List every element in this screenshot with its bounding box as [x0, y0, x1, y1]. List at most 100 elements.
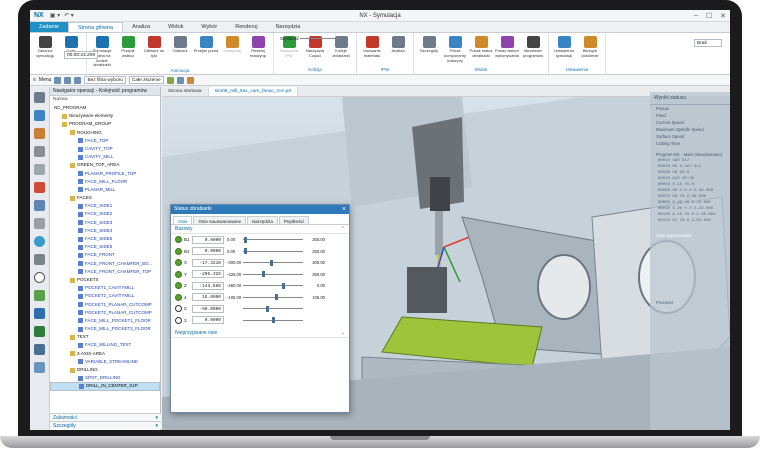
- slider-thumb[interactable]: [261, 271, 265, 278]
- close-icon[interactable]: ✕: [720, 12, 726, 20]
- section-unassigned[interactable]: Nieprzypisane osie ⌄: [171, 329, 349, 338]
- tab-wybo-r[interactable]: Wybór: [192, 22, 226, 32]
- axis-slider[interactable]: [243, 236, 303, 243]
- group-item[interactable]: POCKETS: [50, 276, 160, 284]
- zoom-fit-icon[interactable]: [166, 76, 174, 84]
- axis-value-field[interactable]: 15.0000: [192, 293, 224, 302]
- axis-value-field[interactable]: 0.0000: [192, 316, 224, 325]
- operation-item[interactable]: POCKET2_CAVITYMILL: [50, 292, 160, 300]
- operation-item[interactable]: FACE_MILL_POCKET1_FLOOR: [50, 317, 160, 325]
- tab-renderuj[interactable]: Renderuj: [226, 22, 266, 32]
- select-icon[interactable]: [64, 76, 72, 84]
- section-base[interactable]: Bazowy ⌃: [171, 225, 349, 234]
- column-name-header[interactable]: Nazwa: [50, 96, 160, 104]
- teamcenter-icon[interactable]: [34, 344, 45, 355]
- quick-access-save-icon[interactable]: ▣ ▾: [50, 12, 60, 19]
- tree-root[interactable]: NC_PROGRAM: [50, 104, 160, 112]
- group-item[interactable]: 3-AXIS-AREA: [50, 350, 160, 358]
- slider-thumb[interactable]: [275, 294, 279, 301]
- group-item[interactable]: TEXT: [50, 333, 160, 341]
- ustawienia-symulacji-button[interactable]: Ustawienia symulacji: [551, 34, 577, 67]
- slider-thumb[interactable]: [265, 305, 269, 312]
- group-item[interactable]: ROUGHING: [50, 129, 160, 137]
- history-icon[interactable]: [34, 218, 45, 229]
- zatrzymaj-button[interactable]: Zatrzymaj: [219, 34, 245, 68]
- group-item[interactable]: Nieużywane elementy: [50, 112, 160, 120]
- table-icon[interactable]: [34, 362, 45, 373]
- minimize-icon[interactable]: –: [694, 12, 698, 20]
- part-navigator-icon[interactable]: [34, 128, 45, 139]
- group-item[interactable]: GREEN_TOP_AREA: [50, 161, 160, 169]
- slider-thumb[interactable]: [269, 259, 273, 266]
- quick-access-undo-icon[interactable]: ↶ ▾: [64, 12, 74, 19]
- operation-item[interactable]: FACE_SIDE4: [50, 227, 160, 235]
- operation-item[interactable]: VARIABLE_STREAMLINE: [50, 358, 160, 366]
- operation-item[interactable]: FACE_SIDE1: [50, 202, 160, 210]
- dialog-tab-narze-dzia[interactable]: Narzędzia: [247, 216, 278, 224]
- settings-icon[interactable]: [34, 92, 45, 103]
- axis-value-field[interactable]: -17.3210: [192, 258, 224, 267]
- nc-code-line[interactable]: N0110 X1 Y0.0 Z-50.000: [650, 218, 730, 224]
- operation-item[interactable]: SPOT_DRILLING: [50, 374, 160, 382]
- details-panel-toggle[interactable]: Szczegóły ▾: [50, 421, 161, 429]
- axis-slider[interactable]: [243, 305, 303, 312]
- operation-item[interactable]: FACE_MILL_FLOOR: [50, 178, 160, 186]
- web-browser-icon[interactable]: [34, 236, 45, 247]
- menu-button[interactable]: Menu: [39, 77, 52, 83]
- axis-slider[interactable]: [243, 282, 303, 289]
- axis-slider[interactable]: [243, 248, 303, 255]
- axis-value-field[interactable]: 0.0000: [192, 235, 224, 244]
- axis-value-field[interactable]: 0.0000: [192, 247, 224, 256]
- operation-item[interactable]: CAVITY_TOP: [50, 145, 160, 153]
- operation-item[interactable]: POCKET2_PLANAR_CUTCOMP: [50, 309, 160, 317]
- axis-value-field[interactable]: -143.886: [192, 281, 224, 290]
- system-scene-icon[interactable]: [34, 308, 45, 319]
- constraint-icon[interactable]: [34, 164, 45, 175]
- operation-item[interactable]: PLANAR_MILL: [50, 186, 160, 194]
- usuwanie-materia-u-button[interactable]: Usuwanie materiału: [359, 34, 385, 67]
- axis-value-field[interactable]: -90.0000: [192, 304, 224, 313]
- axes-link[interactable]: Osie wyjustowanie: [650, 232, 730, 239]
- menedz-er-programo-w-button[interactable]: Menedżer programów: [520, 34, 546, 67]
- clock-icon[interactable]: [34, 272, 45, 283]
- axis-slider[interactable]: [243, 271, 303, 278]
- view-orient-icon[interactable]: [176, 76, 184, 84]
- slider-thumb[interactable]: [281, 282, 285, 289]
- tab-widok[interactable]: Widok: [159, 22, 192, 32]
- navigator-icon[interactable]: [34, 110, 45, 121]
- operation-item[interactable]: FACE_SIDE5: [50, 235, 160, 243]
- operation-item[interactable]: POCKET1_PLANAR_CUTCOMP: [50, 301, 160, 309]
- roles-icon[interactable]: [34, 290, 45, 301]
- przejdz-przo-d-button[interactable]: Przejdź przód: [193, 34, 219, 68]
- resetuj-maszyne-button[interactable]: Resetuj maszynę: [245, 34, 271, 68]
- slider-thumb[interactable]: [244, 236, 248, 243]
- odtwo-rz-button[interactable]: Odtwórz: [167, 34, 193, 68]
- zakon-cz-symulacje-button[interactable]: Zakończ symulację: [32, 34, 58, 67]
- tab-analiza[interactable]: Analiza: [123, 22, 159, 32]
- speed-slider[interactable]: [300, 38, 340, 39]
- tab-strona-g-o-wna[interactable]: Strona główna: [67, 22, 124, 32]
- odtwo-rz-do-ty-u-button[interactable]: Odtwórz do tyłu: [141, 34, 167, 68]
- operation-item[interactable]: FACE_SIDE2: [50, 210, 160, 218]
- cnc-field[interactable]: Brak: [694, 39, 722, 47]
- operation-item[interactable]: FACE_FRONT_CHAMFER_BO...: [50, 260, 160, 268]
- menu-icon[interactable]: ≡: [33, 77, 36, 83]
- close-icon[interactable]: ×: [342, 205, 346, 214]
- dependency-panel-toggle[interactable]: Zależności ▾: [50, 413, 161, 421]
- group-item[interactable]: DRILLING: [50, 366, 160, 374]
- dialog-tab-osie[interactable]: Osie: [173, 216, 193, 224]
- operation-item[interactable]: FACE_FRONT_CHAMFER_TOP: [50, 268, 160, 276]
- assembly-scope-select[interactable]: Całe złożenie: [128, 76, 164, 84]
- operation-item[interactable]: FACE_MILL_POCKET2_FLOOR: [50, 325, 160, 333]
- tab-part-file[interactable]: sim08_mill_5ax_cam_fanuc_mm.prt: [208, 87, 299, 96]
- tab-file[interactable]: Zadanie: [30, 22, 68, 32]
- dialog-tab-osie-sauowanowane[interactable]: Osie sauowanowane: [193, 216, 247, 224]
- axis-slider[interactable]: [243, 317, 303, 324]
- slider-thumb[interactable]: [244, 248, 248, 255]
- dialog-tab-pre-dkos-ci[interactable]: Prędkości: [278, 216, 309, 224]
- excel-icon[interactable]: [34, 326, 45, 337]
- palette-icon[interactable]: [34, 254, 45, 265]
- biez-a-ce-po-oz-enie-button[interactable]: Bieżące położenie: [577, 34, 603, 67]
- render-style-icon[interactable]: [186, 76, 194, 84]
- machine-navigator-icon[interactable]: [34, 182, 45, 193]
